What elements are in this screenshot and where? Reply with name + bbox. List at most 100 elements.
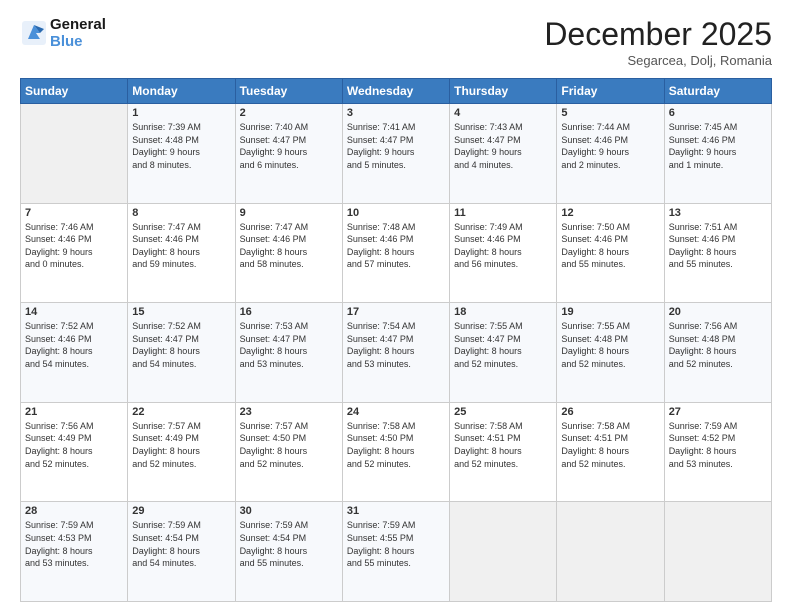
col-saturday: Saturday <box>664 79 771 104</box>
logo: General Blue <box>20 16 106 50</box>
day-number: 5 <box>561 107 659 119</box>
day-number: 18 <box>454 306 552 318</box>
day-info: Sunrise: 7:44 AMSunset: 4:46 PMDaylight:… <box>561 121 659 171</box>
day-info: Sunrise: 7:46 AMSunset: 4:46 PMDaylight:… <box>25 221 123 271</box>
day-number: 8 <box>132 207 230 219</box>
week-row-1: 1 Sunrise: 7:39 AMSunset: 4:48 PMDaylight… <box>21 104 772 204</box>
day-number: 23 <box>240 406 338 418</box>
day-number: 15 <box>132 306 230 318</box>
day-cell: 9Sunrise: 7:47 AMSunset: 4:46 PMDaylight… <box>235 203 342 303</box>
day-number: 7 <box>25 207 123 219</box>
day-info: Sunrise: 7:43 AMSunset: 4:47 PMDaylight:… <box>454 121 552 171</box>
day-info: Sunrise: 7:58 AMSunset: 4:50 PMDaylight:… <box>347 420 445 470</box>
day-info: Sunrise: 7:41 AMSunset: 4:47 PMDaylight:… <box>347 121 445 171</box>
day-cell: 5 Sunrise: 7:44 AMSunset: 4:46 PMDaylight… <box>557 104 664 204</box>
day-info: Sunrise: 7:55 AMSunset: 4:47 PMDaylight:… <box>454 320 552 370</box>
week-row-5: 28 Sunrise: 7:59 AMSunset: 4:53 PMDayligh… <box>21 502 772 602</box>
day-number: 29 <box>132 505 230 517</box>
day-info: Sunrise: 7:59 AMSunset: 4:55 PMDaylight:… <box>347 519 445 569</box>
week-row-3: 14 Sunrise: 7:52 AMSunset: 4:46 PMDayligh… <box>21 303 772 403</box>
day-cell <box>664 502 771 602</box>
day-number: 25 <box>454 406 552 418</box>
day-info: Sunrise: 7:58 AMSunset: 4:51 PMDaylight:… <box>454 420 552 470</box>
day-number: 22 <box>132 406 230 418</box>
day-cell: 29 Sunrise: 7:59 AMSunset: 4:54 PMDayligh… <box>128 502 235 602</box>
day-cell: 16 Sunrise: 7:53 AMSunset: 4:47 PMDayligh… <box>235 303 342 403</box>
month-title: December 2025 <box>544 16 772 53</box>
logo-icon <box>20 19 48 47</box>
day-info: Sunrise: 7:48 AMSunset: 4:46 PMDaylight:… <box>347 221 445 271</box>
day-number: 6 <box>669 107 767 119</box>
day-number: 24 <box>347 406 445 418</box>
day-info: Sunrise: 7:59 AMSunset: 4:53 PMDaylight:… <box>25 519 123 569</box>
day-info: Sunrise: 7:49 AMSunset: 4:46 PMDaylight:… <box>454 221 552 271</box>
day-info: Sunrise: 7:57 AMSunset: 4:50 PMDaylight:… <box>240 420 338 470</box>
subtitle: Segarcea, Dolj, Romania <box>544 53 772 68</box>
day-info: Sunrise: 7:54 AMSunset: 4:47 PMDaylight:… <box>347 320 445 370</box>
day-cell: 15 Sunrise: 7:52 AMSunset: 4:47 PMDayligh… <box>128 303 235 403</box>
day-cell: 22 Sunrise: 7:57 AMSunset: 4:49 PMDayligh… <box>128 402 235 502</box>
day-info: Sunrise: 7:59 AMSunset: 4:54 PMDaylight:… <box>132 519 230 569</box>
day-info: Sunrise: 7:56 AMSunset: 4:49 PMDaylight:… <box>25 420 123 470</box>
day-info: Sunrise: 7:57 AMSunset: 4:49 PMDaylight:… <box>132 420 230 470</box>
col-monday: Monday <box>128 79 235 104</box>
day-info: Sunrise: 7:55 AMSunset: 4:48 PMDaylight:… <box>561 320 659 370</box>
day-cell: 30 Sunrise: 7:59 AMSunset: 4:54 PMDayligh… <box>235 502 342 602</box>
day-cell: 11 Sunrise: 7:49 AMSunset: 4:46 PMDayligh… <box>450 203 557 303</box>
calendar-table: Sunday Monday Tuesday Wednesday Thursday… <box>20 78 772 602</box>
day-number: 2 <box>240 107 338 119</box>
day-cell: 13 Sunrise: 7:51 AMSunset: 4:46 PMDayligh… <box>664 203 771 303</box>
day-cell: 20Sunrise: 7:56 AMSunset: 4:48 PMDayligh… <box>664 303 771 403</box>
day-number: 10 <box>347 207 445 219</box>
day-number: 21 <box>25 406 123 418</box>
day-cell: 8Sunrise: 7:47 AMSunset: 4:46 PMDaylight… <box>128 203 235 303</box>
week-row-4: 21 Sunrise: 7:56 AMSunset: 4:49 PMDayligh… <box>21 402 772 502</box>
day-cell: 3 Sunrise: 7:41 AMSunset: 4:47 PMDaylight… <box>342 104 449 204</box>
col-sunday: Sunday <box>21 79 128 104</box>
day-cell <box>450 502 557 602</box>
day-info: Sunrise: 7:39 AMSunset: 4:48 PMDaylight:… <box>132 121 230 171</box>
day-number: 20 <box>669 306 767 318</box>
day-number: 13 <box>669 207 767 219</box>
day-number: 11 <box>454 207 552 219</box>
day-cell: 24 Sunrise: 7:58 AMSunset: 4:50 PMDayligh… <box>342 402 449 502</box>
day-number: 31 <box>347 505 445 517</box>
day-info: Sunrise: 7:45 AMSunset: 4:46 PMDaylight:… <box>669 121 767 171</box>
day-cell: 21 Sunrise: 7:56 AMSunset: 4:49 PMDayligh… <box>21 402 128 502</box>
day-info: Sunrise: 7:52 AMSunset: 4:46 PMDaylight:… <box>25 320 123 370</box>
day-cell: 18 Sunrise: 7:55 AMSunset: 4:47 PMDayligh… <box>450 303 557 403</box>
day-cell: 23 Sunrise: 7:57 AMSunset: 4:50 PMDayligh… <box>235 402 342 502</box>
day-info: Sunrise: 7:40 AMSunset: 4:47 PMDaylight:… <box>240 121 338 171</box>
day-info: Sunrise: 7:52 AMSunset: 4:47 PMDaylight:… <box>132 320 230 370</box>
header: General Blue December 2025 Segarcea, Dol… <box>20 16 772 68</box>
day-cell: 31 Sunrise: 7:59 AMSunset: 4:55 PMDayligh… <box>342 502 449 602</box>
day-cell: 7 Sunrise: 7:46 AMSunset: 4:46 PMDaylight… <box>21 203 128 303</box>
day-number: 3 <box>347 107 445 119</box>
day-number: 4 <box>454 107 552 119</box>
day-cell: 1 Sunrise: 7:39 AMSunset: 4:48 PMDaylight… <box>128 104 235 204</box>
calendar-page: General Blue December 2025 Segarcea, Dol… <box>0 0 792 612</box>
day-cell <box>21 104 128 204</box>
day-info: Sunrise: 7:53 AMSunset: 4:47 PMDaylight:… <box>240 320 338 370</box>
day-cell: 17 Sunrise: 7:54 AMSunset: 4:47 PMDayligh… <box>342 303 449 403</box>
day-info: Sunrise: 7:59 AMSunset: 4:54 PMDaylight:… <box>240 519 338 569</box>
day-number: 28 <box>25 505 123 517</box>
day-number: 14 <box>25 306 123 318</box>
day-cell: 19Sunrise: 7:55 AMSunset: 4:48 PMDayligh… <box>557 303 664 403</box>
day-info: Sunrise: 7:51 AMSunset: 4:46 PMDaylight:… <box>669 221 767 271</box>
day-cell: 10 Sunrise: 7:48 AMSunset: 4:46 PMDayligh… <box>342 203 449 303</box>
day-number: 30 <box>240 505 338 517</box>
day-number: 16 <box>240 306 338 318</box>
day-cell: 25 Sunrise: 7:58 AMSunset: 4:51 PMDayligh… <box>450 402 557 502</box>
col-wednesday: Wednesday <box>342 79 449 104</box>
day-number: 17 <box>347 306 445 318</box>
day-number: 1 <box>132 107 230 119</box>
col-tuesday: Tuesday <box>235 79 342 104</box>
col-thursday: Thursday <box>450 79 557 104</box>
week-row-2: 7 Sunrise: 7:46 AMSunset: 4:46 PMDaylight… <box>21 203 772 303</box>
day-number: 26 <box>561 406 659 418</box>
day-cell: 12Sunrise: 7:50 AMSunset: 4:46 PMDayligh… <box>557 203 664 303</box>
day-cell: 27Sunrise: 7:59 AMSunset: 4:52 PMDayligh… <box>664 402 771 502</box>
day-info: Sunrise: 7:58 AMSunset: 4:51 PMDaylight:… <box>561 420 659 470</box>
logo-text: General Blue <box>50 16 106 50</box>
